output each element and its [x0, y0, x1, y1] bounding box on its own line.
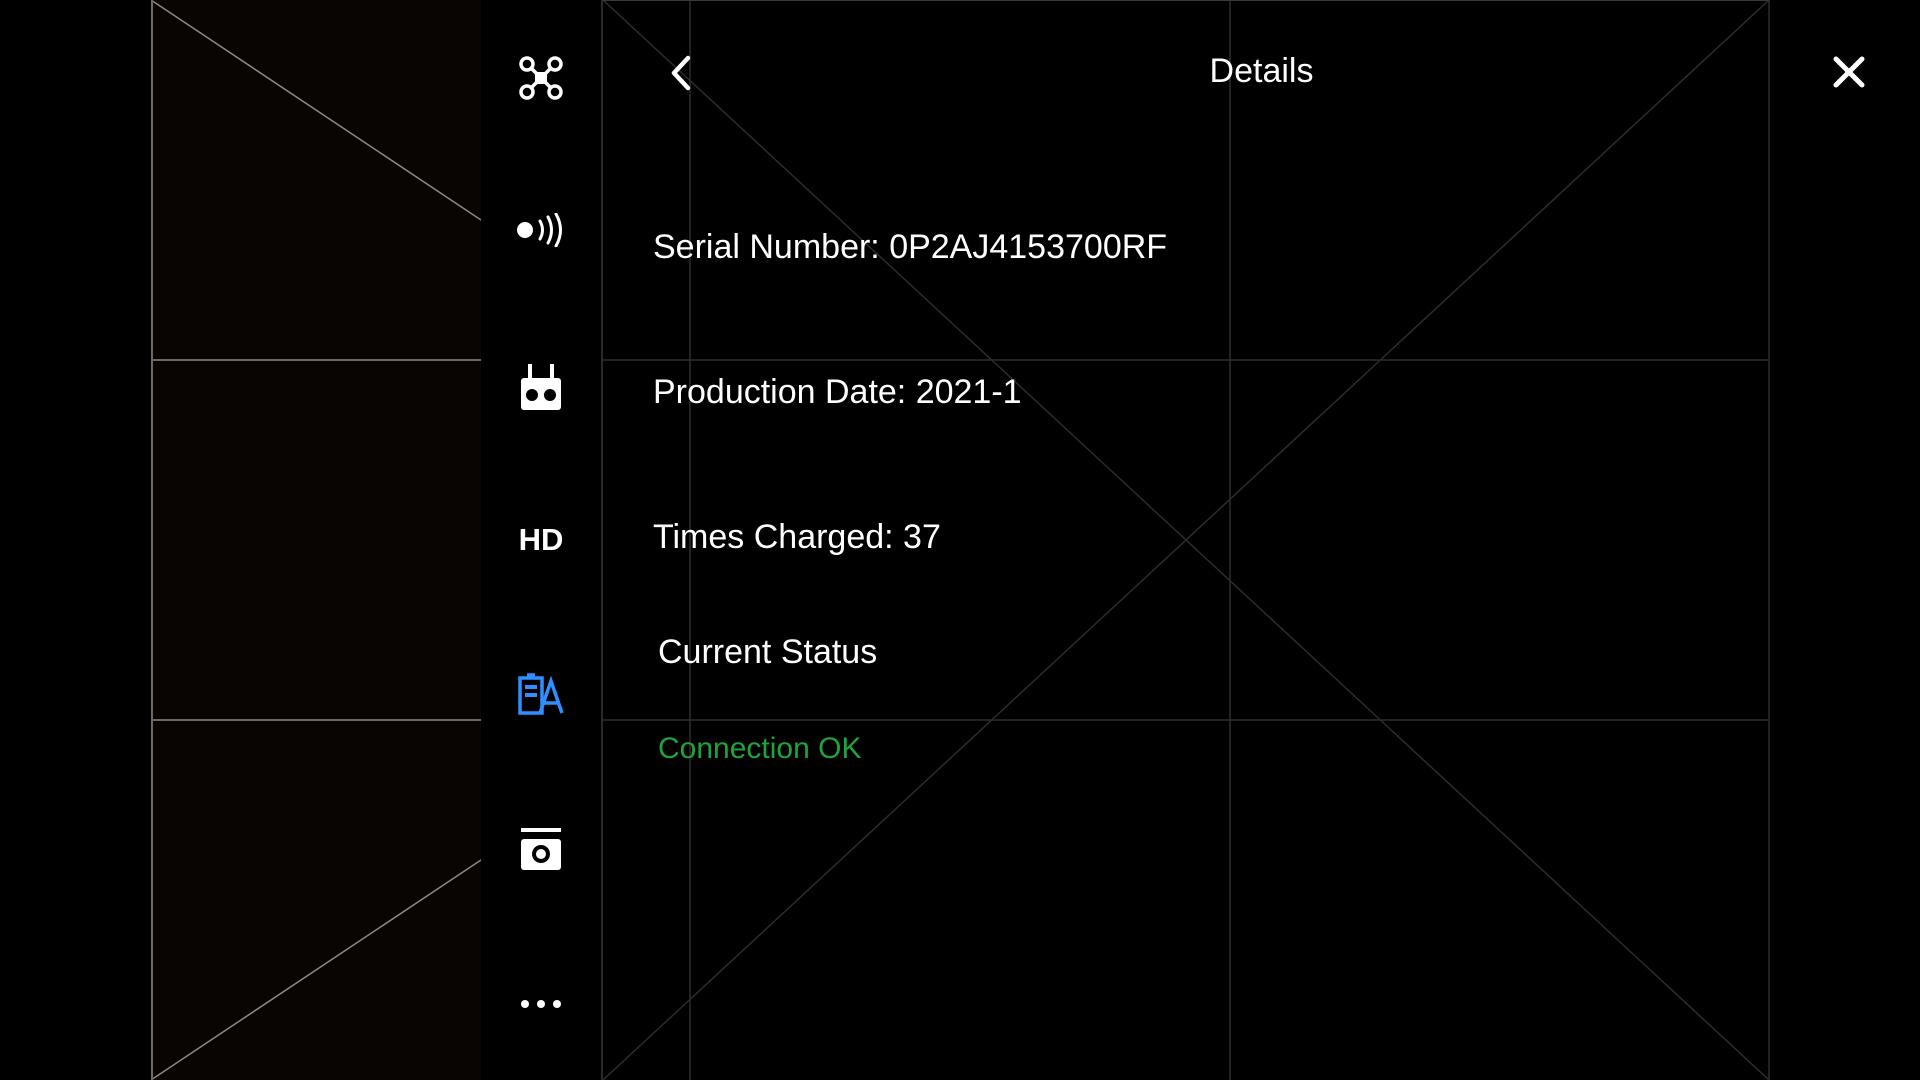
sidebar-item-signal[interactable]: [481, 200, 601, 260]
sidebar-item-aircraft[interactable]: [481, 48, 601, 108]
aircraft-icon: [519, 56, 563, 100]
more-icon: [521, 1000, 561, 1008]
close-icon: [1833, 56, 1865, 88]
hd-icon: HD: [518, 522, 564, 557]
settings-sidebar: HD: [481, 0, 603, 1080]
status-badge: Connection OK: [658, 732, 862, 765]
sidebar-item-hd[interactable]: HD: [481, 510, 601, 570]
remote-controller-icon: [521, 364, 561, 410]
details-panel: Details Serial Number: 0P2AJ4153700RF Pr…: [603, 0, 1920, 1080]
battery-icon: [518, 673, 564, 715]
signal-icon: [517, 213, 562, 247]
camera-icon: [521, 828, 561, 870]
page-title: Details: [1209, 52, 1314, 90]
sidebar-item-more[interactable]: [481, 974, 601, 1034]
sidebar-item-camera[interactable]: [481, 820, 601, 880]
camera-preview: [151, 0, 481, 1080]
preview-gridlines: [151, 0, 481, 1080]
current-status-heading: Current Status: [658, 633, 878, 671]
serial-number: Serial Number: 0P2AJ4153700RF: [653, 228, 1168, 266]
close-button[interactable]: [1829, 52, 1869, 92]
sidebar-item-battery[interactable]: [481, 664, 601, 724]
sidebar-item-remote-controller[interactable]: [481, 358, 601, 418]
times-charged: Times Charged: 37: [653, 518, 941, 556]
production-date: Production Date: 2021-1: [653, 373, 1022, 411]
